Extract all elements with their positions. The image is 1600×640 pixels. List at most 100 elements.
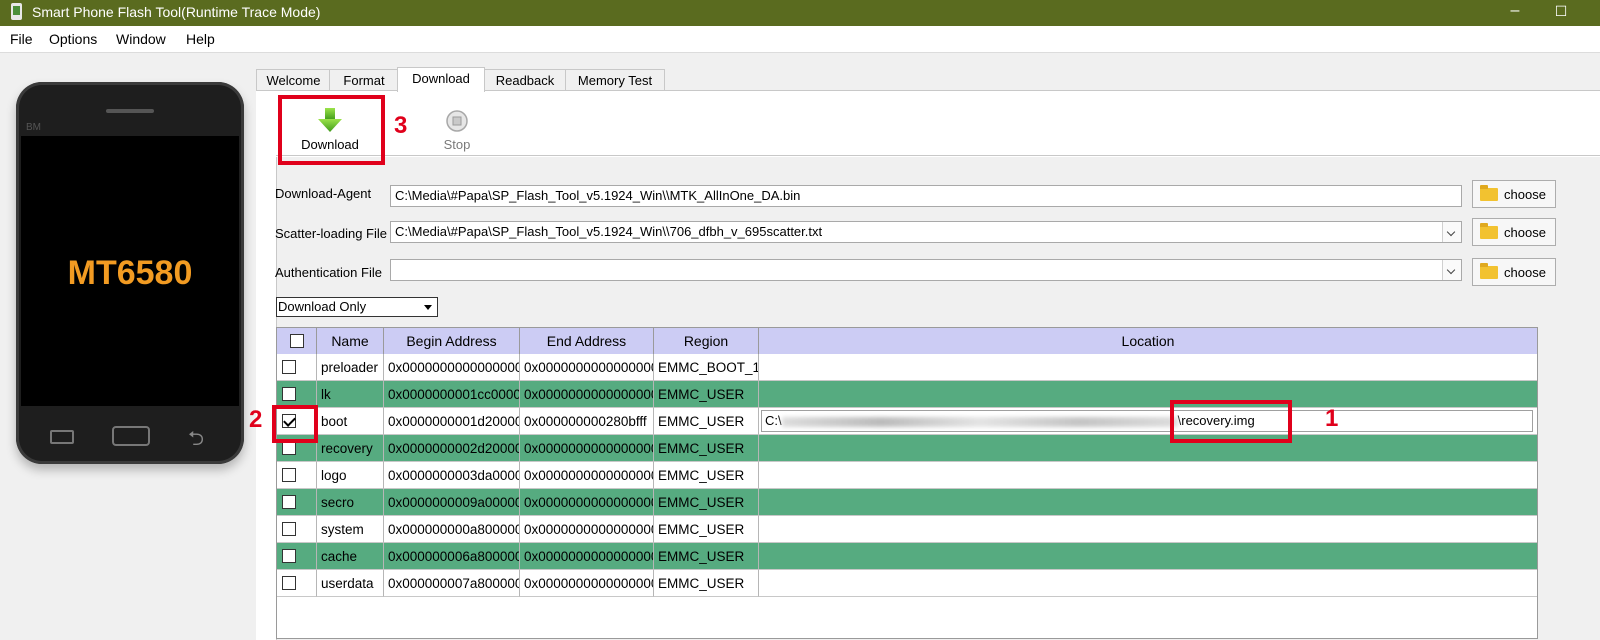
callout-3: 3: [394, 112, 408, 139]
row-checkbox-cache[interactable]: [282, 549, 296, 563]
header-location[interactable]: Location: [759, 328, 1537, 354]
menu-options[interactable]: Options: [49, 31, 97, 47]
tab-download[interactable]: Download: [397, 67, 485, 92]
row-location: [759, 516, 1537, 543]
row-select-cell: [277, 381, 317, 408]
table-row[interactable]: secro 0x0000000009a00000 0x000000000000000…: [277, 489, 1537, 516]
header-begin-address[interactable]: Begin Address: [384, 328, 520, 354]
row-begin: 0x000000007a800000: [384, 570, 520, 597]
row-end: 0x0000000000000000: [520, 354, 654, 381]
home-key-icon: [112, 426, 150, 446]
menu-window[interactable]: Window: [116, 31, 166, 47]
phone-keys: ⮌: [16, 406, 244, 464]
row-checkbox-preloader[interactable]: [282, 360, 296, 374]
header-region[interactable]: Region: [654, 328, 759, 354]
app-icon: [11, 3, 22, 20]
row-end: 0x000000000280bfff: [520, 408, 654, 435]
tab-welcome[interactable]: Welcome: [256, 69, 331, 91]
close-button[interactable]: [1584, 0, 1600, 26]
row-checkbox-system[interactable]: [282, 522, 296, 536]
row-region: EMMC_USER: [654, 408, 759, 435]
menu-file[interactable]: File: [10, 31, 33, 47]
download-agent-input[interactable]: C:\Media\#Papa\SP_Flash_Tool_v5.1924_Win…: [390, 185, 1462, 207]
row-location: [759, 570, 1537, 597]
row-begin: 0x000000000a800000: [384, 516, 520, 543]
folder-icon: [1480, 263, 1498, 279]
menu-key-icon: [50, 430, 74, 444]
row-select-cell: [277, 570, 317, 597]
table-row[interactable]: recovery 0x0000000002d20000 0x000000000000…: [277, 435, 1537, 462]
row-end: 0x0000000000000000: [520, 381, 654, 408]
row-checkbox-secro[interactable]: [282, 495, 296, 509]
row-region: EMMC_USER: [654, 435, 759, 462]
row-checkbox-logo[interactable]: [282, 468, 296, 482]
chip-label: MT6580: [67, 254, 193, 292]
row-name: preloader: [317, 354, 384, 381]
row-end: 0x0000000000000000: [520, 516, 654, 543]
row-region: EMMC_USER: [654, 462, 759, 489]
redacted-path: [781, 416, 1178, 427]
tab-format[interactable]: Format: [329, 69, 399, 91]
table-row[interactable]: cache 0x000000006a800000 0x000000000000000…: [277, 543, 1537, 570]
partition-table: Name Begin Address End Address Region Lo…: [276, 327, 1538, 639]
header-end-address[interactable]: End Address: [520, 328, 654, 354]
row-name: logo: [317, 462, 384, 489]
row-select-cell: [277, 489, 317, 516]
table-row[interactable]: preloader 0x0000000000000000 0x00000000000…: [277, 354, 1537, 381]
highlight-download: [278, 95, 385, 165]
choose-download-agent-button[interactable]: choose: [1472, 180, 1556, 208]
table-header: Name Begin Address End Address Region Lo…: [277, 328, 1537, 354]
choose-label: choose: [1504, 225, 1546, 240]
table-row[interactable]: userdata 0x000000007a800000 0x000000000000…: [277, 570, 1537, 597]
download-mode-select[interactable]: Download Only: [276, 297, 438, 317]
row-region: EMMC_USER: [654, 489, 759, 516]
row-select-cell: [277, 354, 317, 381]
header-name[interactable]: Name: [317, 328, 384, 354]
row-name: recovery: [317, 435, 384, 462]
tab-readback[interactable]: Readback: [483, 69, 567, 91]
header-select-all[interactable]: [277, 328, 317, 354]
folder-icon: [1480, 185, 1498, 201]
back-key-icon: ⮌: [188, 428, 205, 450]
row-begin: 0x0000000009a00000: [384, 489, 520, 516]
table-row[interactable]: lk 0x0000000001cc0000 0x0000000000000000 EM…: [277, 381, 1537, 408]
stop-button[interactable]: Stop: [436, 106, 478, 154]
maximize-button[interactable]: ☐: [1538, 0, 1584, 26]
highlight-recovery-file: [1170, 400, 1292, 443]
row-name: lk: [317, 381, 384, 408]
row-end: 0x0000000000000000: [520, 570, 654, 597]
phone-image: BM MT6580 ⮌: [16, 82, 244, 464]
chevron-down-icon[interactable]: [1442, 260, 1461, 280]
auth-file-combo[interactable]: [390, 259, 1462, 281]
row-begin: 0x0000000000000000: [384, 354, 520, 381]
row-location: [759, 435, 1537, 462]
row-name: system: [317, 516, 384, 543]
row-region: EMMC_USER: [654, 516, 759, 543]
folder-icon: [1480, 223, 1498, 239]
table-row[interactable]: system 0x000000000a800000 0x00000000000000…: [277, 516, 1537, 543]
row-checkbox-userdata[interactable]: [282, 576, 296, 590]
row-end: 0x0000000000000000: [520, 543, 654, 570]
row-region: EMMC_BOOT_1: [654, 354, 759, 381]
chevron-down-icon[interactable]: [1442, 222, 1461, 242]
location-input[interactable]: C:\ \recovery.img: [761, 410, 1533, 432]
row-checkbox-recovery[interactable]: [282, 441, 296, 455]
choose-label: choose: [1504, 187, 1546, 202]
choose-scatter-button[interactable]: choose: [1472, 218, 1556, 246]
choose-auth-button[interactable]: choose: [1472, 258, 1556, 286]
table-row[interactable]: logo 0x0000000003da0000 0x0000000000000000…: [277, 462, 1537, 489]
tab-memory-test[interactable]: Memory Test: [565, 69, 665, 91]
select-all-checkbox[interactable]: [290, 334, 304, 348]
table-row[interactable]: boot 0x0000000001d20000 0x000000000280bfff…: [277, 408, 1537, 435]
window-title: Smart Phone Flash Tool(Runtime Trace Mod…: [32, 4, 321, 20]
minimize-button[interactable]: –: [1492, 0, 1538, 26]
row-checkbox-lk[interactable]: [282, 387, 296, 401]
callout-2: 2: [249, 406, 263, 433]
scatter-file-combo[interactable]: C:\Media\#Papa\SP_Flash_Tool_v5.1924_Win…: [390, 221, 1462, 243]
row-end: 0x0000000000000000: [520, 489, 654, 516]
download-agent-label: Download-Agent: [275, 186, 372, 201]
toolbar-divider: [276, 155, 1600, 156]
row-select-cell: [277, 516, 317, 543]
title-bar: Smart Phone Flash Tool(Runtime Trace Mod…: [0, 0, 1600, 26]
menu-help[interactable]: Help: [186, 31, 215, 47]
